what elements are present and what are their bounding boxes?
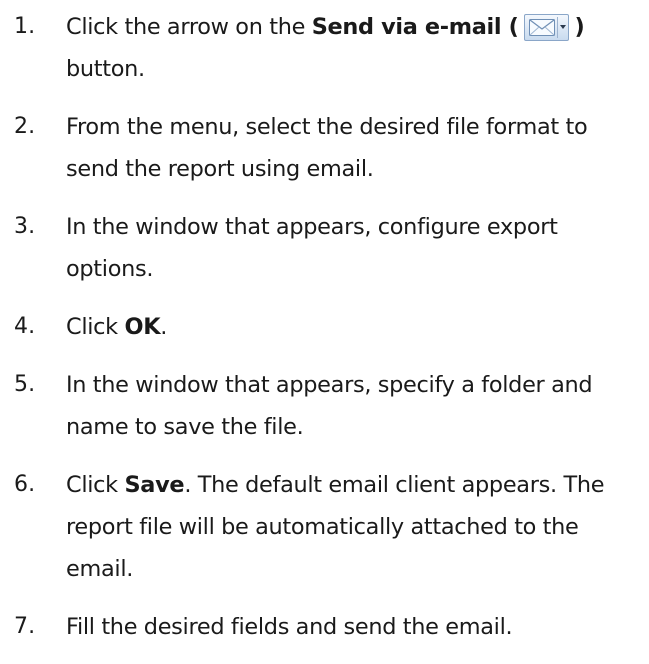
step-number: 2. xyxy=(14,114,36,139)
step-item: 1. Click the arrow on the Send via e-mai… xyxy=(0,6,649,90)
send-via-email-label-close: ) xyxy=(574,14,585,40)
send-via-email-button xyxy=(523,14,569,41)
step-item: 5. In the window that appears, specify a… xyxy=(0,364,649,448)
step-text: Click the arrow on the Send via e-mail (… xyxy=(66,6,642,90)
step-text: Click OK. xyxy=(66,306,642,348)
step-text: In the window that appears, configure ex… xyxy=(66,214,558,282)
split-divider xyxy=(556,17,558,38)
step-item: 3. In the window that appears, configure… xyxy=(0,206,649,290)
step-number: 4. xyxy=(14,314,36,339)
instruction-steps: 1. Click the arrow on the Send via e-mai… xyxy=(0,6,649,664)
step-text-before: Click xyxy=(66,314,125,340)
step-text-before: Click xyxy=(66,472,125,498)
step-text-after: . xyxy=(160,314,168,340)
step-number: 5. xyxy=(14,372,36,397)
step-number: 1. xyxy=(14,14,36,39)
send-via-email-label: Send via e-mail ( xyxy=(311,14,519,40)
step-item: 7. Fill the desired fields and send the … xyxy=(0,606,649,648)
step-text-after: button. xyxy=(66,56,145,82)
ok-label: OK xyxy=(124,314,161,340)
step-text-before: Click the arrow on the xyxy=(66,14,312,40)
step-text: Fill the desired fields and send the ema… xyxy=(66,614,513,640)
email-icon xyxy=(528,19,555,36)
step-text: In the window that appears, specify a fo… xyxy=(66,372,593,440)
step-number: 6. xyxy=(14,472,36,497)
step-number: 3. xyxy=(14,214,36,239)
step-text: Click Save. The default email client app… xyxy=(66,464,642,590)
dropdown-arrow-icon xyxy=(559,25,566,29)
step-item: 4. Click OK. xyxy=(0,306,649,348)
step-item: 6. Click Save. The default email client … xyxy=(0,464,649,590)
step-text: From the menu, select the desired file f… xyxy=(66,114,588,182)
step-number: 7. xyxy=(14,614,36,639)
step-item: 2. From the menu, select the desired fil… xyxy=(0,106,649,190)
save-label: Save xyxy=(124,472,185,498)
